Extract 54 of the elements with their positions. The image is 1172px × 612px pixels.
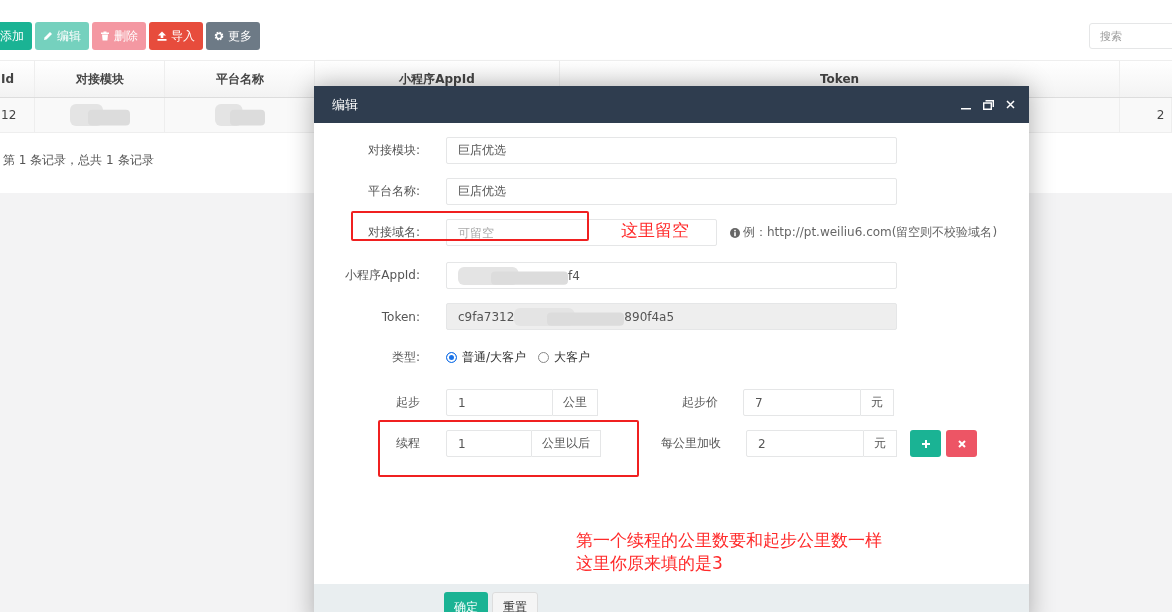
input-field[interactable]: 2 bbox=[746, 430, 864, 457]
field-label: 起步价 bbox=[681, 394, 718, 411]
blurred-patch bbox=[69, 102, 130, 128]
field-label: 每公里加收 bbox=[660, 435, 721, 452]
more-button[interactable]: 更多 bbox=[206, 22, 260, 50]
field-label: 类型: bbox=[390, 349, 420, 366]
field-label: 起步 bbox=[395, 394, 420, 411]
radio-button[interactable] bbox=[538, 352, 550, 363]
input-field[interactable]: 巨店优选 bbox=[446, 178, 897, 205]
add-button[interactable] bbox=[910, 430, 941, 457]
pagination-text: 第 1 条记录，总共 1 条记录 bbox=[3, 152, 155, 169]
blurred-patch bbox=[214, 102, 265, 128]
radio-button[interactable] bbox=[446, 352, 457, 363]
annotation-text: 这里留空 bbox=[621, 219, 690, 242]
input-field[interactable]: f4 bbox=[446, 262, 897, 289]
reset-button[interactable]: 重置 bbox=[492, 592, 538, 612]
unit-addon: 公里 bbox=[553, 389, 598, 416]
radio-option[interactable]: 普通/大客户 bbox=[446, 349, 527, 366]
info-icon bbox=[730, 227, 740, 238]
input-field[interactable]: 1 bbox=[446, 389, 553, 416]
input-field[interactable]: 7 bbox=[743, 389, 861, 416]
table-cell: 2 bbox=[1156, 108, 1165, 122]
column-header: Id bbox=[0, 61, 35, 97]
trash-icon bbox=[100, 31, 110, 41]
input-field[interactable]: 1 bbox=[446, 430, 532, 457]
plus-icon bbox=[920, 438, 931, 449]
restore-icon[interactable] bbox=[983, 99, 994, 110]
field-label: 对接模块: bbox=[366, 142, 420, 159]
annotation-text: 第一个续程的公里数要和起步公里数一样这里你原来填的是3 bbox=[576, 529, 883, 575]
input-field[interactable]: 巨店优选 bbox=[446, 137, 897, 164]
unit-addon: 元 bbox=[861, 389, 894, 416]
unit-addon: 公里以后 bbox=[532, 430, 601, 457]
remove-button[interactable] bbox=[946, 430, 977, 457]
field-label: 小程序AppId: bbox=[344, 267, 420, 284]
hint-text: 例：http://pt.weiliu6.com(留空则不校验域名) bbox=[743, 224, 998, 241]
field-label: 续程 bbox=[395, 435, 420, 452]
import-button[interactable]: 导入 bbox=[149, 22, 203, 50]
cross-icon bbox=[956, 438, 967, 449]
field-label: 对接域名: bbox=[366, 224, 420, 241]
dialog-title: 编辑 bbox=[332, 95, 359, 114]
field-label: 平台名称: bbox=[366, 183, 420, 200]
close-icon[interactable] bbox=[1006, 100, 1015, 109]
radio-label: 普通/大客户 bbox=[462, 349, 527, 366]
gear-icon bbox=[214, 31, 224, 41]
upload-icon bbox=[157, 31, 167, 41]
radio-label: 大客户 bbox=[554, 349, 591, 366]
radio-option[interactable]: 大客户 bbox=[538, 349, 591, 366]
column-header: 对接模块 bbox=[35, 61, 165, 97]
unit-addon: 元 bbox=[864, 430, 897, 457]
input-field[interactable]: c9fa7312 890f4a5 bbox=[446, 303, 897, 330]
search-field[interactable]: 搜索 bbox=[1089, 23, 1172, 49]
pencil-icon bbox=[43, 31, 53, 41]
table-cell: 12 bbox=[1, 108, 17, 122]
field-label: Token: bbox=[380, 309, 420, 324]
